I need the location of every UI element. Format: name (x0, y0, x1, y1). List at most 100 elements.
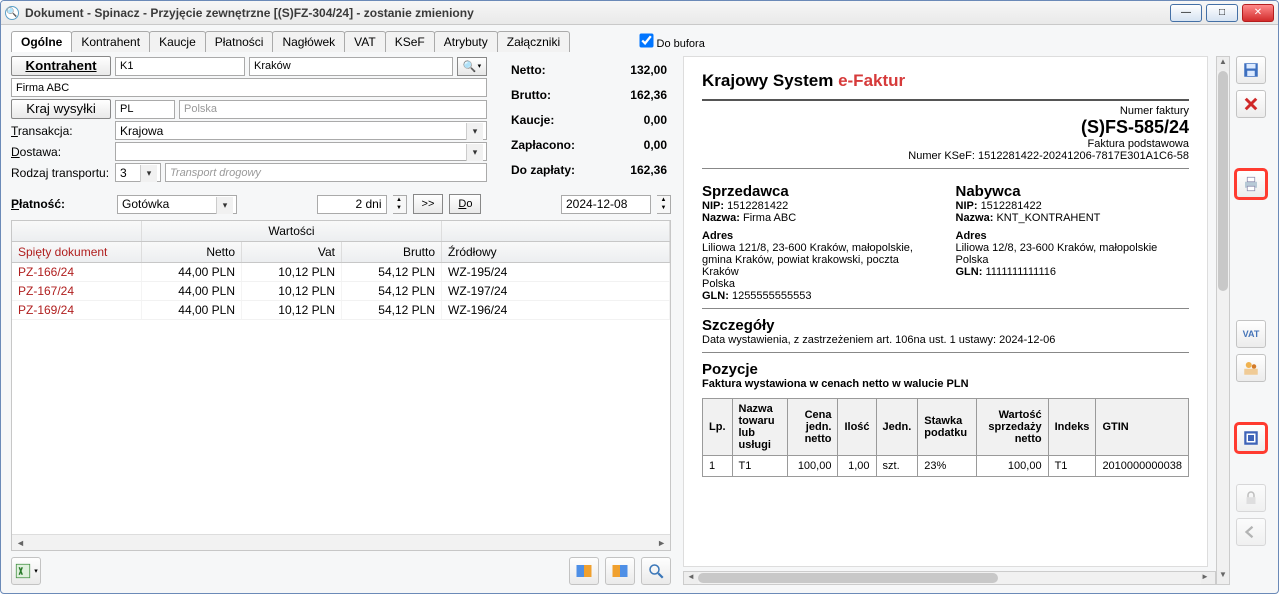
ksef-preview: Krajowy System e-Faktur Numer faktury (S… (683, 56, 1208, 567)
dostawa-combo[interactable] (115, 142, 487, 161)
tabs: Ogólne Kontrahent Kaucje Płatności Nagłó… (11, 31, 640, 52)
link-blue-orange-icon (575, 562, 593, 580)
totals-block: Netto:132,00 Brutto:162,36 Kaucje:0,00 Z… (507, 56, 671, 184)
kontrahent-search-button[interactable]: 🔍▾ (457, 57, 487, 76)
kraj-code-input[interactable] (115, 100, 175, 119)
table-row[interactable]: PZ-167/24 44,00 PLN 10,12 PLN 54,12 PLN … (12, 282, 670, 301)
kraj-wysylki-button[interactable]: Kraj wysyłki (11, 99, 111, 119)
spreadsheet-icon (14, 562, 32, 580)
back-arrow-icon (1242, 523, 1260, 541)
ksef-stamp-button[interactable] (1236, 424, 1266, 452)
total-netto: Netto:132,00 (509, 58, 669, 81)
sprzedawca-block: Sprzedawca NIP: 1512281422 Nazwa: Firma … (702, 175, 936, 302)
titlebar: 🔍 Dokument - Spinacz - Przyjęcie zewnętr… (1, 1, 1278, 25)
window-body: Ogólne Kontrahent Kaucje Płatności Nagłó… (1, 25, 1278, 593)
tab-ogolne[interactable]: Ogólne (11, 31, 72, 52)
total-kaucje: Kaucje:0,00 (509, 108, 669, 131)
tab-zalaczniki[interactable]: Załączniki (497, 31, 570, 52)
kontrahent-button[interactable]: Kontrahent (11, 56, 111, 76)
terms-field[interactable]: 2 dni (317, 195, 387, 214)
col-netto[interactable]: Netto (142, 242, 242, 262)
export-xls-button[interactable]: ▾ (11, 557, 41, 585)
link-orange-blue-icon (611, 562, 629, 580)
col-spiety-dokument[interactable]: Spięty dokument (12, 242, 142, 262)
do-button[interactable]: Do (449, 194, 481, 214)
pozycje-row: 1 T1 100,00 1,00 szt. 23% 100,00 T1 2010… (703, 456, 1189, 477)
lock-icon (1242, 489, 1260, 507)
close-icon (1242, 95, 1260, 113)
preview-title: Krajowy System e-Faktur (702, 71, 1189, 91)
preview-vscroll[interactable]: ▲▼ (1216, 56, 1230, 585)
grid-hscroll[interactable]: ◄► (12, 534, 670, 550)
rodzaj-name-input (165, 163, 487, 182)
payment-date-field[interactable]: 2024-12-08 (561, 195, 651, 214)
grid-header: Spięty dokument Netto Vat Brutto Źródłow… (12, 242, 670, 263)
tab-platnosci[interactable]: Płatności (205, 31, 274, 52)
content: Kontrahent 🔍▾ Kraj wysyłki (11, 56, 1268, 585)
szczegoly-title: Szczegóły (702, 317, 1189, 334)
close-window-button[interactable]: ✕ (1242, 4, 1274, 22)
link-b-button[interactable] (605, 557, 635, 585)
contacts-button[interactable] (1236, 354, 1266, 382)
floppy-icon (1242, 61, 1260, 79)
cancel-button[interactable] (1236, 90, 1266, 118)
save-button[interactable] (1236, 56, 1266, 84)
stamp-icon (1242, 429, 1260, 447)
numer-faktury-label: Numer faktury (702, 105, 1189, 117)
preview-button[interactable] (641, 557, 671, 585)
rodzaj-code-combo[interactable]: 3 (115, 163, 161, 182)
pozycje-subtitle: Faktura wystawiona w cenach netto w walu… (702, 378, 1189, 390)
documents-grid: Wartości Spięty dokument Netto Vat Brutt… (11, 220, 671, 551)
vat-icon: VAT (1243, 329, 1260, 339)
kontrahent-city-input[interactable] (249, 57, 453, 76)
transakcja-label: Transakcja: (11, 124, 111, 138)
magnifier-icon (647, 562, 665, 580)
dostawa-label: Dostawa: (11, 145, 111, 159)
minimize-button[interactable]: — (1170, 4, 1202, 22)
col-zrodlowy[interactable]: Źródłowy (442, 242, 670, 262)
chevron-down-icon: ▾ (34, 567, 38, 575)
tab-vat[interactable]: VAT (344, 31, 386, 52)
tab-kaucje[interactable]: Kaucje (149, 31, 206, 52)
left-pane: Kontrahent 🔍▾ Kraj wysyłki (11, 56, 671, 585)
magnifier-icon: 🔍 (463, 60, 477, 73)
maximize-button[interactable]: □ (1206, 4, 1238, 22)
grid-super-header: Wartości (12, 221, 670, 242)
nabywca-block: Nabywca NIP: 1512281422 Nazwa: KNT_KONTR… (956, 175, 1190, 302)
pozycje-title: Pozycje (702, 361, 1189, 378)
col-brutto[interactable]: Brutto (342, 242, 442, 262)
advance-button[interactable]: >> (413, 194, 444, 214)
terms-spinner[interactable]: ▲▼ (393, 195, 407, 214)
window: 🔍 Dokument - Spinacz - Przyjęcie zewnętr… (0, 0, 1279, 594)
link-a-button[interactable] (569, 557, 599, 585)
table-row[interactable]: PZ-169/24 44,00 PLN 10,12 PLN 54,12 PLN … (12, 301, 670, 320)
tab-ksef[interactable]: KSeF (385, 31, 435, 52)
tab-kontrahent[interactable]: Kontrahent (71, 31, 150, 52)
kontrahent-name-input[interactable] (11, 78, 487, 97)
window-icon: 🔍 (5, 6, 19, 20)
do-bufora-checkbox[interactable] (639, 33, 653, 47)
form-block: Kontrahent 🔍▾ Kraj wysyłki (11, 56, 487, 184)
transakcja-combo[interactable]: Krajowa (115, 121, 487, 140)
print-button[interactable] (1236, 170, 1266, 198)
tab-naglowek[interactable]: Nagłówek (272, 31, 345, 52)
grid-body[interactable]: PZ-166/24 44,00 PLN 10,12 PLN 54,12 PLN … (12, 263, 670, 534)
vat-button[interactable]: VAT (1236, 320, 1266, 348)
grid-actions: ▾ (11, 557, 671, 585)
platnosc-combo[interactable]: Gotówka (117, 195, 237, 214)
window-title: Dokument - Spinacz - Przyjęcie zewnętrzn… (25, 6, 1170, 20)
preview-hscroll[interactable]: ◄► (683, 571, 1216, 585)
szczegoly-text: Data wystawienia, z zastrzeżeniem art. 1… (702, 334, 1189, 346)
right-pane: Krajowy System e-Faktur Numer faktury (S… (683, 56, 1268, 585)
do-bufora-toggle[interactable]: Do bufora (640, 34, 705, 50)
kontrahent-code-input[interactable] (115, 57, 245, 76)
col-vat[interactable]: Vat (242, 242, 342, 262)
kraj-name-input[interactable] (179, 100, 487, 119)
table-row[interactable]: PZ-166/24 44,00 PLN 10,12 PLN 54,12 PLN … (12, 263, 670, 282)
tab-atrybuty[interactable]: Atrybuty (434, 31, 498, 52)
back-button[interactable] (1236, 518, 1266, 546)
date-spinner[interactable]: ▲▼ (657, 195, 671, 214)
printer-icon (1242, 175, 1260, 193)
lock-button[interactable] (1236, 484, 1266, 512)
total-zaplacono: Zapłacono:0,00 (509, 134, 669, 157)
